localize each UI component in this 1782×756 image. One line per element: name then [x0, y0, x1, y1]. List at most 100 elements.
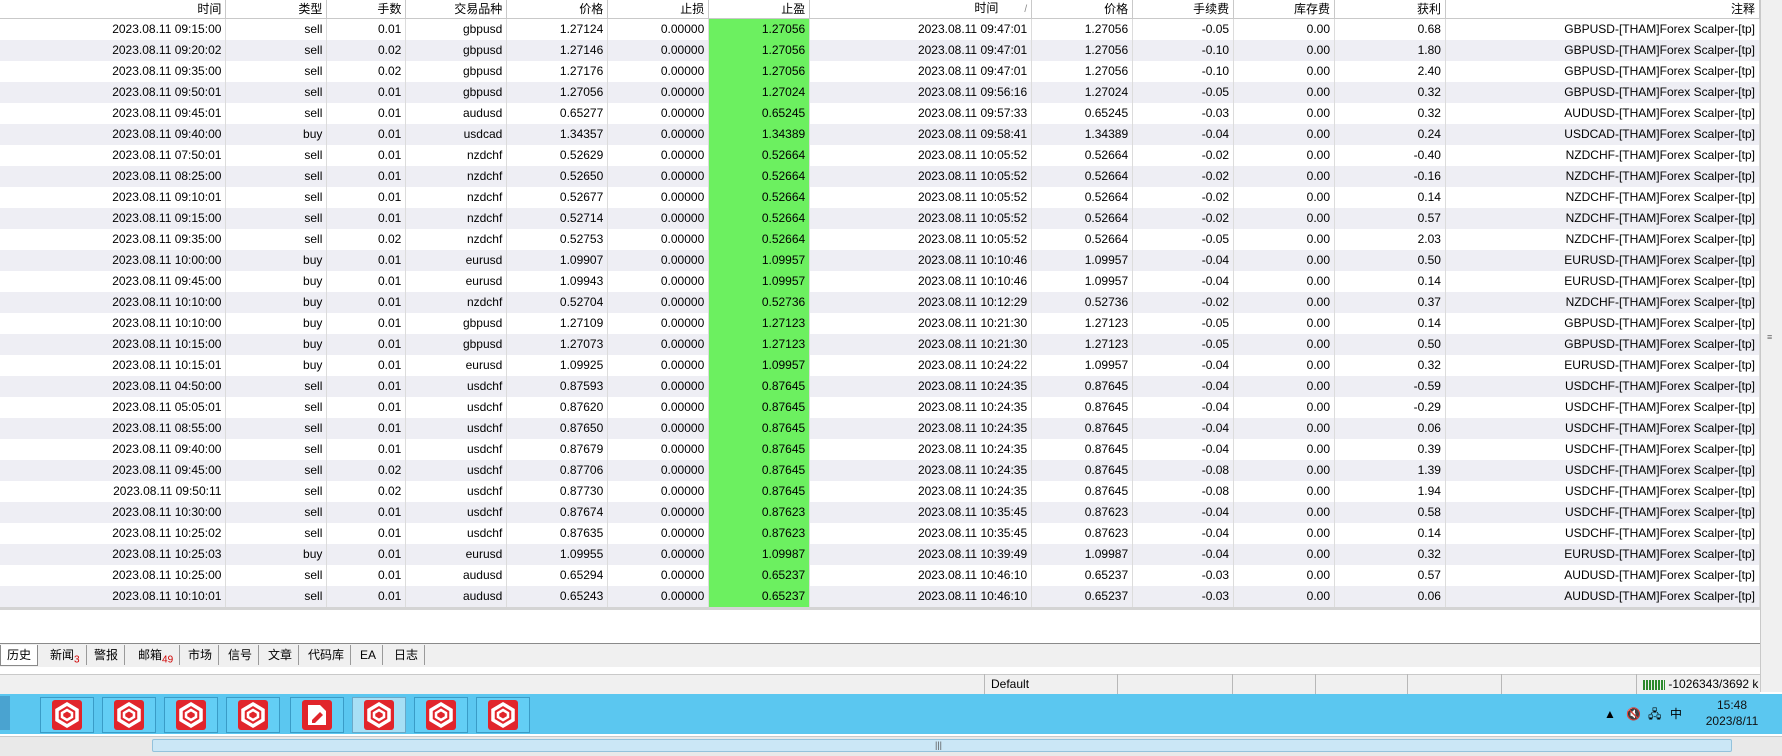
table-row[interactable]: 2023.08.11 10:10:01 sell 0.01 audusd 0.65243… — [0, 585, 1760, 607]
table-cell: 2023.08.11 10:30:00 — [0, 501, 227, 523]
table-row[interactable]: 2023.08.11 09:35:00 sell 0.02 nzdchf 0.52753… — [0, 228, 1760, 250]
network-icon[interactable]: 🖧 — [1648, 694, 1661, 734]
table-cell: -0.03 — [1132, 585, 1235, 607]
table-row[interactable]: 2023.08.11 09:35:00 sell 0.02 gbpusd 1.27176… — [0, 60, 1760, 82]
table-cell: 0.00 — [1233, 333, 1336, 355]
column-header-1[interactable]: 类型 — [225, 0, 328, 19]
column-header-8[interactable]: 价格 — [1031, 0, 1134, 19]
table-row[interactable]: 2023.08.11 10:30:00 sell 0.01 usdchf 0.87674… — [0, 501, 1760, 523]
taskbar-app-button[interactable] — [164, 697, 218, 733]
table-row[interactable]: 2023.08.11 08:55:00 sell 0.01 usdchf 0.87650… — [0, 417, 1760, 439]
table-row[interactable]: 2023.08.11 09:45:00 sell 0.02 usdchf 0.87706… — [0, 459, 1760, 481]
table-row[interactable]: 2023.08.11 10:25:00 sell 0.01 audusd 0.65294… — [0, 564, 1760, 586]
table-cell: -0.59 — [1334, 375, 1446, 397]
table-row[interactable]: 2023.08.11 10:15:01 buy 0.01 eurusd 1.09925 0… — [0, 354, 1760, 376]
vertical-splitter[interactable]: ≡ — [1760, 0, 1782, 692]
column-header-12[interactable]: 注释 — [1445, 0, 1760, 19]
table-row[interactable]: 2023.08.11 09:20:02 sell 0.02 gbpusd 1.27146… — [0, 39, 1760, 61]
table-row[interactable]: 2023.08.11 10:25:02 sell 0.01 usdchf 0.87635… — [0, 522, 1760, 544]
metatrader-icon — [238, 700, 268, 730]
table-cell: -0.40 — [1334, 144, 1446, 166]
table-cell: -0.03 — [1132, 564, 1235, 586]
tab-9[interactable]: 日志 — [388, 645, 426, 665]
table-row[interactable]: 2023.08.11 09:45:00 buy 0.01 eurusd 1.09943 0… — [0, 270, 1760, 292]
table-cell: buy — [225, 312, 328, 334]
column-header-2[interactable]: 手数 — [326, 0, 407, 19]
tab-4[interactable]: 市场 — [182, 645, 220, 665]
table-cell: -0.04 — [1132, 375, 1235, 397]
taskbar-app-button[interactable] — [102, 697, 156, 733]
column-header-4[interactable]: 价格 — [506, 0, 609, 19]
tab-5[interactable]: 信号 — [222, 645, 260, 665]
taskbar-app-button[interactable] — [476, 697, 530, 733]
table-row[interactable]: 2023.08.11 09:15:00 sell 0.01 gbpusd 1.27124… — [0, 18, 1760, 40]
tab-1[interactable]: 新闻3 — [44, 645, 87, 665]
table-row[interactable]: 2023.08.11 09:15:00 sell 0.01 nzdchf 0.52714… — [0, 207, 1760, 229]
taskbar-app-button[interactable] — [40, 697, 94, 733]
table-cell: 0.52664 — [1031, 228, 1134, 250]
table-cell: 0.01 — [326, 396, 407, 418]
table-cell: 0.01 — [326, 375, 407, 397]
column-header-5[interactable]: 止损 — [607, 0, 710, 19]
table-cell: 0.52753 — [506, 228, 609, 250]
table-cell: nzdchf — [405, 165, 508, 187]
table-cell: 0.00 — [1233, 207, 1336, 229]
taskbar-app-button[interactable] — [290, 697, 344, 733]
table-row[interactable]: 2023.08.11 09:50:11 sell 0.02 usdchf 0.87730… — [0, 480, 1760, 502]
table-row[interactable]: 2023.08.11 10:00:00 buy 0.01 eurusd 1.09907 0… — [0, 249, 1760, 271]
tab-7[interactable]: 代码库 — [302, 645, 352, 665]
table-cell: -0.02 — [1132, 291, 1235, 313]
column-header-10[interactable]: 库存费 — [1233, 0, 1336, 19]
table-cell: sell — [225, 18, 328, 40]
volume-muted-icon[interactable]: 🔇 — [1626, 694, 1641, 734]
table-row[interactable]: 2023.08.11 09:10:01 sell 0.01 nzdchf 0.52677… — [0, 186, 1760, 208]
ime-indicator[interactable]: 中 — [1670, 694, 1682, 734]
table-row[interactable]: 2023.08.11 10:15:00 buy 0.01 gbpusd 1.27073 0… — [0, 333, 1760, 355]
table-row[interactable]: 2023.08.11 04:50:00 sell 0.01 usdchf 0.87593… — [0, 375, 1760, 397]
table-cell: 1.09957 — [1031, 354, 1134, 376]
table-cell: 0.39 — [1334, 438, 1446, 460]
table-cell: 2023.08.11 10:39:49 — [809, 543, 1033, 565]
table-row[interactable]: 2023.08.11 10:10:00 buy 0.01 gbpusd 1.27109 0… — [0, 312, 1760, 334]
summary-profit: 5 195.65 — [1334, 606, 1446, 610]
column-header-3[interactable]: 交易品种 — [405, 0, 508, 19]
table-cell: 0.52664 — [708, 207, 811, 229]
table-cell: 0.65277 — [506, 102, 609, 124]
table-row[interactable]: 2023.08.11 05:05:01 sell 0.01 usdchf 0.87620… — [0, 396, 1760, 418]
tab-2[interactable]: 警报 — [88, 645, 126, 665]
table-cell: -0.04 — [1132, 417, 1235, 439]
table-row[interactable]: 2023.08.11 10:25:03 buy 0.01 eurusd 1.09955 0… — [0, 543, 1760, 565]
tab-8[interactable]: EA — [354, 645, 384, 665]
column-header-0[interactable]: 时间 — [0, 0, 227, 19]
table-cell: sell — [225, 39, 328, 61]
table-cell: 0.52664 — [1031, 144, 1134, 166]
table-row[interactable]: 2023.08.11 07:50:01 sell 0.01 nzdchf 0.52629… — [0, 144, 1760, 166]
column-header-6[interactable]: 止盈 — [708, 0, 811, 19]
tab-0[interactable]: 历史 — [0, 645, 39, 666]
table-cell: sell — [225, 186, 328, 208]
column-header-9[interactable]: 手续费 — [1132, 0, 1235, 19]
table-row[interactable]: 2023.08.11 10:10:00 buy 0.01 nzdchf 0.52704 0… — [0, 291, 1760, 313]
table-row[interactable]: 2023.08.11 09:45:01 sell 0.01 audusd 0.65277… — [0, 102, 1760, 124]
tray-expand-icon[interactable]: ▲ — [1604, 694, 1616, 734]
table-row[interactable]: 2023.08.11 08:25:00 sell 0.01 nzdchf 0.52650… — [0, 165, 1760, 187]
table-cell: 0.00000 — [607, 543, 710, 565]
table-cell: 2.40 — [1334, 60, 1446, 82]
table-row[interactable]: 2023.08.11 09:40:00 buy 0.01 usdcad 1.34357 0… — [0, 123, 1760, 145]
splitter-grip-icon[interactable]: ≡ — [1767, 332, 1775, 342]
column-header-7[interactable]: 时间 / — [809, 0, 1033, 19]
table-cell: 0.00000 — [607, 60, 710, 82]
table-cell: 2023.08.11 10:46:10 — [809, 564, 1033, 586]
table-cell: USDCHF-[THAM]Forex Scalper-[tp] — [1445, 480, 1760, 502]
tab-6[interactable]: 文章 — [262, 645, 300, 665]
table-row[interactable]: 2023.08.11 09:40:00 sell 0.01 usdchf 0.87679… — [0, 438, 1760, 460]
tab-3[interactable]: 邮箱49 — [132, 645, 181, 665]
table-row[interactable]: 2023.08.11 09:50:01 sell 0.01 gbpusd 1.27056… — [0, 81, 1760, 103]
taskbar-app-button[interactable] — [352, 697, 406, 733]
taskbar-app-button[interactable] — [414, 697, 468, 733]
taskbar-app-button[interactable] — [226, 697, 280, 733]
table-cell: 2023.08.11 09:40:00 — [0, 123, 227, 145]
column-header-11[interactable]: 获利 — [1334, 0, 1446, 19]
taskbar-clock[interactable]: 15:48 2023/8/11 — [1688, 697, 1776, 729]
start-button-edge[interactable] — [0, 696, 10, 730]
